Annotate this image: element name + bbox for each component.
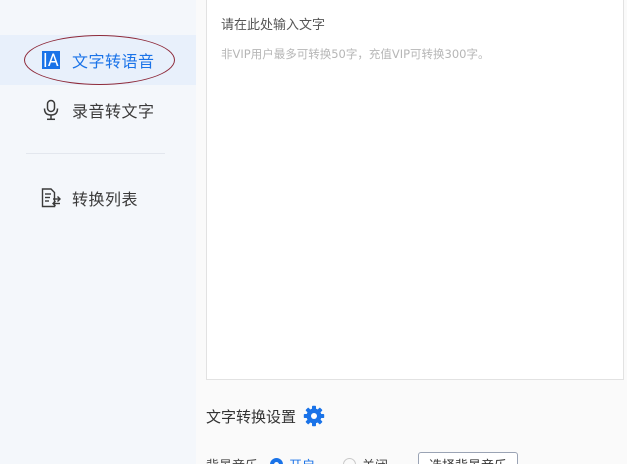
text-limit-hint: 非VIP用户最多可转换50字，充值VIP可转换300字。 <box>221 47 490 61</box>
list-document-icon <box>40 187 62 209</box>
music-on-radio[interactable] <box>270 457 284 464</box>
sidebar: 文字转语音 录音转文字 转换列表 <box>0 0 196 464</box>
microphone-icon <box>40 99 62 121</box>
settings-title-label: 文字转换设置 <box>206 407 297 426</box>
background-music-label: 背景音乐 <box>206 455 258 464</box>
settings-title: 文字转换设置 <box>206 405 325 427</box>
sidebar-item-speech-to-text[interactable]: 录音转文字 <box>0 85 196 135</box>
text-input-placeholder: 请在此处输入文字 <box>221 18 326 33</box>
music-on-label: 开启 <box>289 455 315 464</box>
sidebar-item-conversion-list[interactable]: 转换列表 <box>0 173 196 223</box>
background-music-row: 背景音乐 开启 关闭 选择背景音乐 <box>206 452 624 464</box>
sidebar-item-label: 文字转语音 <box>72 52 155 71</box>
sidebar-item-label: 录音转文字 <box>72 102 155 121</box>
sidebar-divider <box>26 153 165 154</box>
gear-icon[interactable] <box>303 405 325 427</box>
select-music-button[interactable]: 选择背景音乐 <box>418 452 519 464</box>
text-to-speech-icon <box>40 49 62 71</box>
text-input-area[interactable]: 请在此处输入文字 非VIP用户最多可转换50字，充值VIP可转换300字。 <box>206 0 624 380</box>
music-off-label: 关闭 <box>362 455 388 464</box>
music-off-radio[interactable] <box>343 457 357 464</box>
sidebar-item-text-to-speech[interactable]: 文字转语音 <box>0 35 196 85</box>
sidebar-item-label: 转换列表 <box>72 190 139 209</box>
main-panel: 请在此处输入文字 非VIP用户最多可转换50字，充值VIP可转换300字。 文字… <box>196 0 627 464</box>
